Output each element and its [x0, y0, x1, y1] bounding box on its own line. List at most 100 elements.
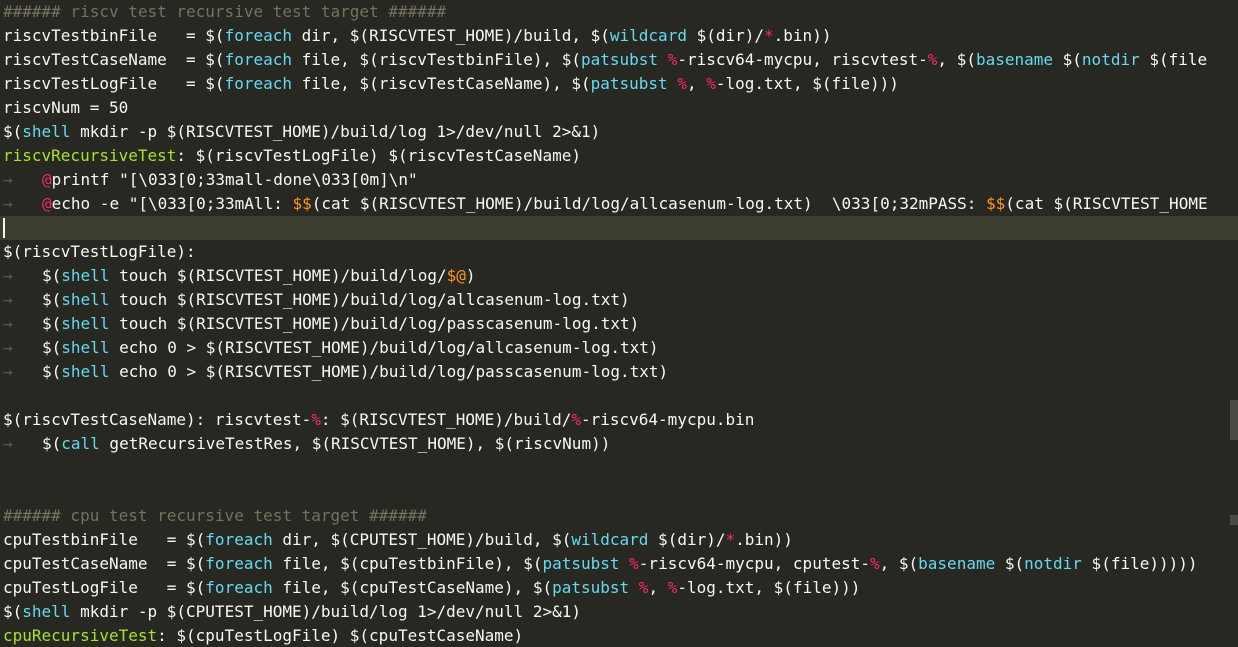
- code-token: $(: [186, 578, 206, 597]
- code-token: $(: [186, 530, 206, 549]
- code-token: $(: [42, 338, 62, 357]
- code-token: %: [667, 50, 678, 69]
- tab-indent-marker: →: [3, 170, 13, 189]
- text-cursor: [3, 218, 5, 238]
- code-token: file, $(cpuTestCaseName), $(: [272, 578, 553, 597]
- tab-indent-marker: →: [3, 362, 13, 381]
- code-line[interactable]: riscvTestLogFile = $(foreach file, $(ris…: [0, 72, 1238, 96]
- code-token: touch $(RISCVTEST_HOME)/build/log/: [109, 266, 447, 285]
- code-token: $(: [205, 50, 225, 69]
- code-token: cpuTestbinFile: [3, 530, 158, 549]
- code-line[interactable]: cpuRecursiveTest: $(cpuTestLogFile) $(cp…: [0, 624, 1238, 647]
- code-token: , $(: [879, 554, 919, 573]
- code-token: riscvRecursiveTest: [3, 146, 177, 165]
- code-token: %: [571, 410, 581, 429]
- code-token: patsubst: [590, 74, 668, 93]
- code-token: riscvTestbinFile: [3, 26, 177, 45]
- code-token: $(file: [1139, 50, 1208, 69]
- tab-indent-marker: →: [3, 266, 13, 285]
- code-token: $(: [590, 26, 610, 45]
- code-line[interactable]: cpuTestLogFile = $(foreach file, $(cpuTe…: [0, 576, 1238, 600]
- code-token: %: [638, 578, 649, 597]
- code-token: basename: [918, 554, 996, 573]
- code-line[interactable]: cpuTestCaseName = $(foreach file, $(cpuT…: [0, 552, 1238, 576]
- code-token: ###### riscv test recursive test target …: [3, 2, 447, 21]
- code-token: patsubst: [552, 578, 630, 597]
- code-token: =: [157, 578, 187, 597]
- code-line[interactable]: riscvTestbinFile = $(foreach dir, $(RISC…: [0, 24, 1238, 48]
- code-line[interactable]: [0, 384, 1238, 408]
- code-token: $(: [205, 26, 225, 45]
- scrollbar-marker[interactable]: [1230, 400, 1238, 440]
- code-line[interactable]: ###### cpu test recursive test target ##…: [0, 504, 1238, 528]
- code-token: getRecursiveTestRes, $(RISCVTEST_HOME), …: [99, 434, 611, 453]
- code-line[interactable]: → $(shell touch $(RISCVTEST_HOME)/build/l…: [0, 288, 1238, 312]
- code-line[interactable]: $(riscvTestCaseName): riscvtest-%: $(RIS…: [0, 408, 1238, 432]
- code-line[interactable]: → @printf "[\033[0;33mall-done\033[0m]\n": [0, 168, 1238, 192]
- code-token: *: [725, 530, 736, 549]
- code-token: $(: [42, 290, 62, 309]
- code-token: $(: [3, 602, 23, 621]
- code-token: %: [667, 578, 678, 597]
- code-line[interactable]: ###### riscv test recursive test target …: [0, 0, 1238, 24]
- code-line[interactable]: → $(shell touch $(RISCVTEST_HOME)/build/l…: [0, 264, 1238, 288]
- code-token: %: [706, 74, 716, 93]
- code-token: cpuRecursiveTest: [3, 626, 158, 645]
- code-token: : $(riscvTestLogFile) $(riscvTestCaseNam…: [176, 146, 581, 165]
- code-token: mkdir -p $(RISCVTEST_HOME)/build/log 1>/…: [70, 122, 601, 141]
- code-token: cpuTestLogFile: [3, 578, 158, 597]
- code-token: $(: [1053, 50, 1082, 69]
- code-token: $(file))))): [1081, 554, 1198, 573]
- code-token: *: [764, 26, 774, 45]
- code-line[interactable]: → @echo -e "[\033[0;33mAll: $$(cat $(RISC…: [0, 192, 1238, 216]
- code-line[interactable]: → $(shell echo 0 > $(RISCVTEST_HOME)/buil…: [0, 336, 1238, 360]
- code-line[interactable]: riscvTestCaseName = $(foreach file, $(ri…: [0, 48, 1238, 72]
- code-line[interactable]: cpuTestbinFile = $(foreach dir, $(CPUTES…: [0, 528, 1238, 552]
- code-token: shell: [61, 266, 110, 285]
- code-line[interactable]: → $(shell touch $(RISCVTEST_HOME)/build/l…: [0, 312, 1238, 336]
- code-token: : $(RISCVTEST_HOME)/build/: [320, 410, 572, 429]
- code-token: $$: [986, 194, 1006, 213]
- code-line[interactable]: riscvRecursiveTest: $(riscvTestLogFile) …: [0, 144, 1238, 168]
- code-token: $(: [42, 314, 62, 333]
- tab-indent-marker: →: [3, 290, 13, 309]
- code-token: =: [176, 50, 206, 69]
- code-token: wildcard: [571, 530, 649, 549]
- code-token: -riscv64-mycpu, cputest-: [638, 554, 870, 573]
- code-line[interactable]: → $(call getRecursiveTestRes, $(RISCVTEST…: [0, 432, 1238, 456]
- code-token: (cat $(RISCVTEST_HOME: [1005, 194, 1208, 213]
- code-token: foreach: [224, 50, 292, 69]
- code-token: shell: [61, 338, 110, 357]
- code-token: =: [157, 554, 187, 573]
- code-token: riscvTestLogFile: [3, 74, 177, 93]
- tab-indent-marker: →: [3, 194, 13, 213]
- code-token: .bin)): [773, 26, 832, 45]
- code-token: $(riscvTestLogFile):: [3, 242, 196, 261]
- code-token: shell: [61, 314, 110, 333]
- code-token: basename: [975, 50, 1054, 69]
- code-line[interactable]: [0, 480, 1238, 504]
- code-token: $$: [292, 194, 312, 213]
- code-editor[interactable]: cpuRecursiveTest: $(cpuTestLogFile) $(cp…: [0, 0, 1238, 647]
- code-token: ###### cpu test recursive test target ##…: [3, 506, 427, 525]
- code-token: -riscv64-mycpu, riscvtest-: [677, 50, 928, 69]
- code-token: =: [176, 74, 206, 93]
- code-line[interactable]: $(riscvTestLogFile):: [0, 240, 1238, 264]
- code-token: $(RISCVTEST_HOME)/build,: [349, 26, 591, 45]
- code-line[interactable]: [0, 456, 1238, 480]
- code-line-current[interactable]: [0, 216, 1238, 240]
- code-token: notdir: [1024, 554, 1082, 573]
- code-token: $(: [42, 434, 62, 453]
- code-line[interactable]: $(shell mkdir -p $(RISCVTEST_HOME)/build…: [0, 120, 1238, 144]
- scrollbar-marker[interactable]: [1230, 515, 1238, 525]
- code-token: call: [61, 434, 100, 453]
- code-line[interactable]: → $(shell echo 0 > $(RISCVTEST_HOME)/buil…: [0, 360, 1238, 384]
- code-token: file, $(riscvTestCaseName), $(: [292, 74, 591, 93]
- code-token: ): [465, 266, 476, 285]
- code-line[interactable]: riscvNum = 50: [0, 96, 1238, 120]
- code-token: , $(: [937, 50, 976, 69]
- code-line[interactable]: $(shell mkdir -p $(CPUTEST_HOME)/build/l…: [0, 600, 1238, 624]
